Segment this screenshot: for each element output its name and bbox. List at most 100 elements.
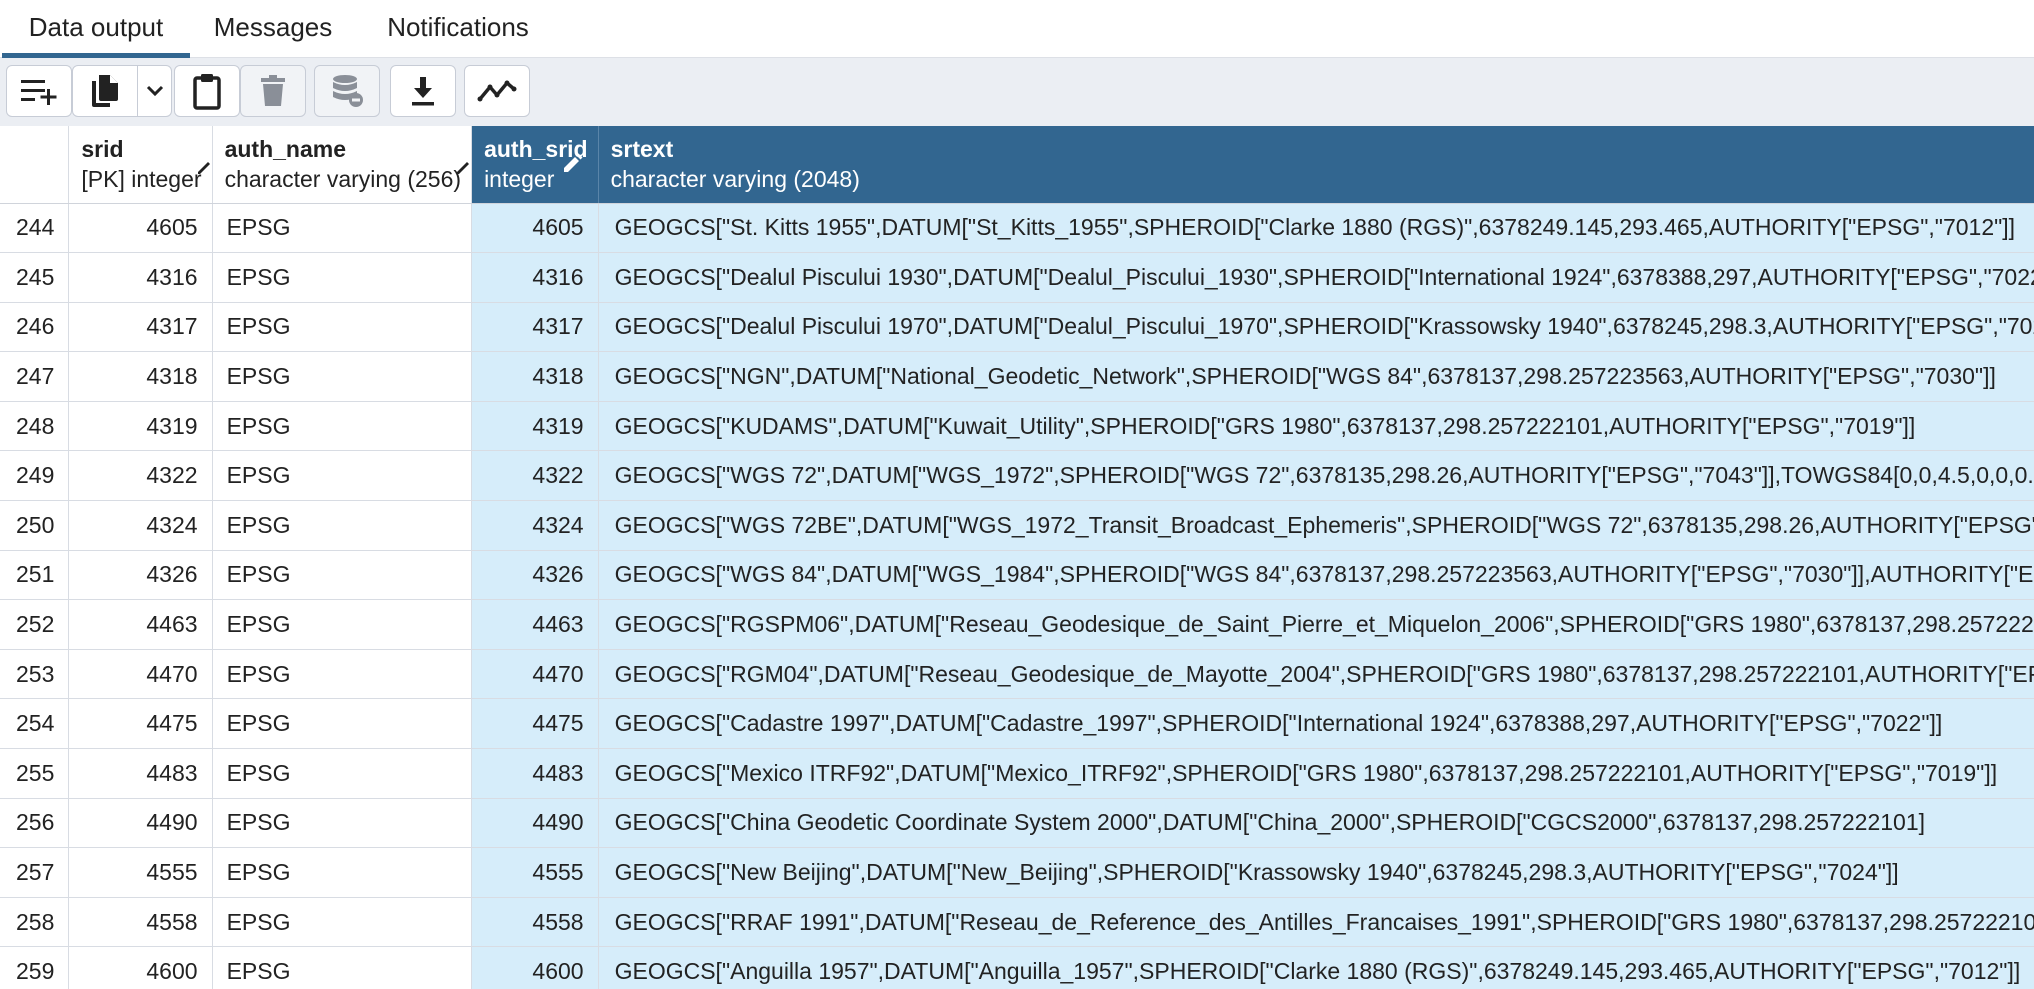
auth-srid-cell[interactable]: 4463 [471, 599, 599, 650]
column-header-srid[interactable]: srid [PK] integer [68, 126, 213, 204]
column-header-auth-name[interactable]: auth_name character varying (256) [212, 126, 473, 204]
srtext-cell[interactable]: GEOGCS["Dealul Piscului 1970",DATUM["Dea… [598, 302, 2034, 353]
tab-messages[interactable]: Messages [196, 0, 350, 58]
row-number-cell[interactable]: 247 [0, 351, 70, 402]
row-number-cell[interactable]: 254 [0, 698, 70, 750]
auth-name-cell[interactable]: EPSG [212, 599, 473, 650]
srtext-cell[interactable]: GEOGCS["KUDAMS",DATUM["Kuwait_Utility",S… [598, 401, 2034, 452]
auth-name-cell[interactable]: EPSG [212, 847, 473, 898]
srtext-cell[interactable]: GEOGCS["Cadastre 1997",DATUM["Cadastre_1… [598, 698, 2034, 750]
row-number-cell[interactable]: 259 [0, 946, 70, 989]
auth-srid-cell[interactable]: 4483 [471, 748, 599, 799]
srtext-cell[interactable]: GEOGCS["RGM04",DATUM["Reseau_Geodesique_… [598, 649, 2034, 700]
table-row[interactable]: 251 4326 EPSG 4326 GEOGCS["WGS 84",DATUM["WG… [0, 550, 2034, 601]
srid-cell[interactable]: 4463 [68, 599, 213, 650]
paste-button[interactable] [174, 65, 240, 117]
srid-cell[interactable]: 4600 [68, 946, 213, 989]
auth-srid-cell[interactable]: 4555 [471, 847, 599, 898]
table-row[interactable]: 249 4322 EPSG 4322 GEOGCS["WGS 72",DATUM["WG… [0, 450, 2034, 502]
auth-name-cell[interactable]: EPSG [212, 649, 473, 700]
srid-cell[interactable]: 4316 [68, 252, 213, 303]
auth-name-cell[interactable]: EPSG [212, 401, 473, 452]
srtext-cell[interactable]: GEOGCS["Anguilla 1957",DATUM["Anguilla_1… [598, 946, 2034, 989]
srtext-cell[interactable]: GEOGCS["China Geodetic Coordinate System… [598, 798, 2034, 849]
auth-srid-cell[interactable]: 4319 [471, 401, 599, 452]
copy-options-dropdown[interactable] [138, 65, 172, 117]
auth-srid-cell[interactable]: 4470 [471, 649, 599, 700]
auth-srid-cell[interactable]: 4558 [471, 897, 599, 948]
auth-srid-cell[interactable]: 4324 [471, 500, 599, 551]
srtext-cell[interactable]: GEOGCS["WGS 72BE",DATUM["WGS_1972_Transi… [598, 500, 2034, 551]
auth-srid-cell[interactable]: 4316 [471, 252, 599, 303]
row-number-cell[interactable]: 249 [0, 450, 70, 502]
srtext-cell[interactable]: GEOGCS["St. Kitts 1955",DATUM["St_Kitts_… [598, 203, 2034, 254]
auth-srid-cell[interactable]: 4605 [471, 203, 599, 254]
row-number-cell[interactable]: 256 [0, 798, 70, 849]
table-row[interactable]: 248 4319 EPSG 4319 GEOGCS["KUDAMS",DATUM["Ku… [0, 401, 2034, 452]
tab-data-output[interactable]: Data output [2, 0, 190, 58]
srtext-cell[interactable]: GEOGCS["RRAF 1991",DATUM["Reseau_de_Refe… [598, 897, 2034, 948]
tab-notifications[interactable]: Notifications [364, 0, 552, 58]
row-number-cell[interactable]: 248 [0, 401, 70, 452]
row-number-cell[interactable]: 257 [0, 847, 70, 898]
srid-cell[interactable]: 4322 [68, 450, 213, 502]
auth-name-cell[interactable]: EPSG [212, 351, 473, 402]
row-number-cell[interactable]: 245 [0, 252, 70, 303]
auth-name-cell[interactable]: EPSG [212, 450, 473, 502]
srid-cell[interactable]: 4319 [68, 401, 213, 452]
row-number-cell[interactable]: 255 [0, 748, 70, 799]
download-button[interactable] [390, 65, 456, 117]
srid-cell[interactable]: 4318 [68, 351, 213, 402]
srtext-cell[interactable]: GEOGCS["RGSPM06",DATUM["Reseau_Geodesiqu… [598, 599, 2034, 650]
auth-srid-cell[interactable]: 4317 [471, 302, 599, 353]
srid-cell[interactable]: 4475 [68, 698, 213, 750]
auth-name-cell[interactable]: EPSG [212, 798, 473, 849]
auth-srid-cell[interactable]: 4322 [471, 450, 599, 502]
row-number-header[interactable] [0, 126, 70, 204]
srtext-cell[interactable]: GEOGCS["WGS 84",DATUM["WGS_1984",SPHEROI… [598, 550, 2034, 601]
table-row[interactable]: 258 4558 EPSG 4558 GEOGCS["RRAF 1991",DATUM[… [0, 897, 2034, 948]
table-row[interactable]: 244 4605 EPSG 4605 GEOGCS["St. Kitts 1955",D… [0, 203, 2034, 254]
row-number-cell[interactable]: 244 [0, 203, 70, 254]
table-row[interactable]: 254 4475 EPSG 4475 GEOGCS["Cadastre 1997",DA… [0, 698, 2034, 750]
auth-srid-cell[interactable]: 4600 [471, 946, 599, 989]
srid-cell[interactable]: 4317 [68, 302, 213, 353]
table-row[interactable]: 256 4490 EPSG 4490 GEOGCS["China Geodetic Co… [0, 798, 2034, 849]
auth-name-cell[interactable]: EPSG [212, 748, 473, 799]
auth-name-cell[interactable]: EPSG [212, 550, 473, 601]
srtext-cell[interactable]: GEOGCS["Dealul Piscului 1930",DATUM["Dea… [598, 252, 2034, 303]
row-number-cell[interactable]: 250 [0, 500, 70, 551]
table-row[interactable]: 253 4470 EPSG 4470 GEOGCS["RGM04",DATUM["Res… [0, 649, 2034, 700]
srtext-cell[interactable]: GEOGCS["New Beijing",DATUM["New_Beijing"… [598, 847, 2034, 898]
add-row-button[interactable] [6, 65, 72, 117]
srtext-cell[interactable]: GEOGCS["NGN",DATUM["National_Geodetic_Ne… [598, 351, 2034, 402]
table-row[interactable]: 257 4555 EPSG 4555 GEOGCS["New Beijing",DATU… [0, 847, 2034, 898]
srid-cell[interactable]: 4555 [68, 847, 213, 898]
auth-srid-cell[interactable]: 4318 [471, 351, 599, 402]
row-number-cell[interactable]: 246 [0, 302, 70, 353]
srtext-cell[interactable]: GEOGCS["WGS 72",DATUM["WGS_1972",SPHEROI… [598, 450, 2034, 502]
auth-name-cell[interactable]: EPSG [212, 698, 473, 750]
row-number-cell[interactable]: 251 [0, 550, 70, 601]
srid-cell[interactable]: 4326 [68, 550, 213, 601]
auth-name-cell[interactable]: EPSG [212, 302, 473, 353]
graph-visualiser-button[interactable] [464, 65, 530, 117]
table-row[interactable]: 247 4318 EPSG 4318 GEOGCS["NGN",DATUM["Natio… [0, 351, 2034, 402]
column-header-srtext[interactable]: srtext character varying (2048) [598, 126, 2034, 204]
srid-cell[interactable]: 4558 [68, 897, 213, 948]
auth-srid-cell[interactable]: 4490 [471, 798, 599, 849]
auth-name-cell[interactable]: EPSG [212, 203, 473, 254]
auth-name-cell[interactable]: EPSG [212, 946, 473, 989]
srid-cell[interactable]: 4470 [68, 649, 213, 700]
row-number-cell[interactable]: 258 [0, 897, 70, 948]
auth-srid-cell[interactable]: 4475 [471, 698, 599, 750]
srtext-cell[interactable]: GEOGCS["Mexico ITRF92",DATUM["Mexico_ITR… [598, 748, 2034, 799]
row-number-cell[interactable]: 253 [0, 649, 70, 700]
srid-cell[interactable]: 4483 [68, 748, 213, 799]
auth-name-cell[interactable]: EPSG [212, 897, 473, 948]
save-data-button[interactable] [314, 65, 380, 117]
column-header-auth-srid[interactable]: auth_srid integer [471, 126, 599, 204]
srid-cell[interactable]: 4324 [68, 500, 213, 551]
row-number-cell[interactable]: 252 [0, 599, 70, 650]
delete-button[interactable] [240, 65, 306, 117]
